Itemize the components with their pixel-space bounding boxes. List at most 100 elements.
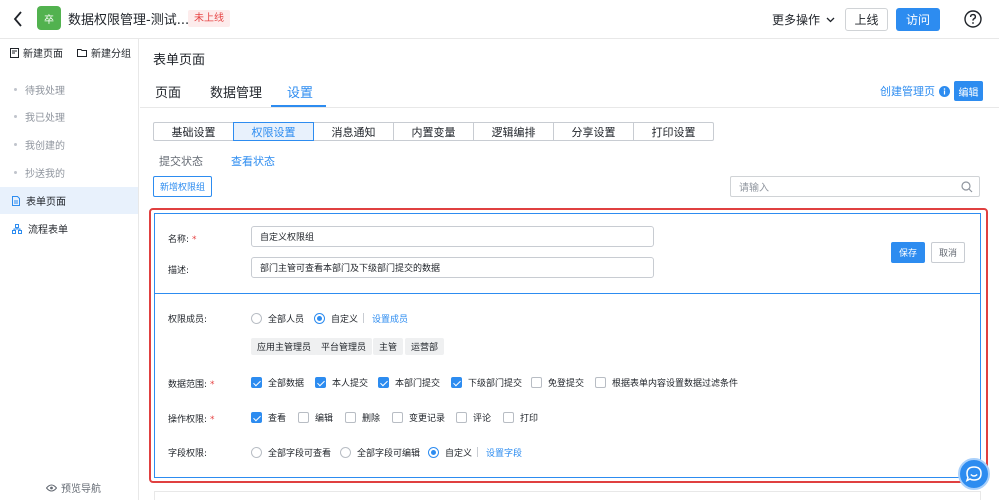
top-header: 卒 数据权限管理-测试... 未上线 更多操作 上线 访问 [0, 0, 999, 39]
name-field[interactable]: 自定义权限组 [251, 226, 654, 247]
option-label: 免登提交 [548, 379, 585, 389]
fields-view-all-radio[interactable]: 全部字段可查看 [251, 446, 331, 459]
tab-page[interactable]: 页面 [155, 82, 181, 101]
members-all-radio[interactable]: 全部人员 [251, 312, 304, 325]
new-group-label: 新建分组 [91, 49, 131, 60]
option-label: 全部人员 [268, 315, 305, 325]
member-tag: 平台管理员 [315, 338, 373, 355]
subtab-logic[interactable]: 逻辑编排 [473, 122, 554, 141]
set-fields-link[interactable]: 设置字段 [486, 446, 522, 459]
sidebar-item-form-page[interactable]: 表单页面 [0, 187, 138, 214]
option-label: 全部数据 [268, 379, 305, 389]
more-ops-label: 更多操作 [772, 13, 821, 27]
scope-subdept-checkbox[interactable]: 下级部门提交 [451, 376, 522, 389]
fields-custom-radio[interactable]: 自定义 [428, 446, 472, 459]
subtab-basic[interactable]: 基础设置 [153, 122, 234, 141]
sidebar-item-label: 待我处理 [25, 86, 65, 97]
back-icon[interactable] [8, 9, 28, 29]
sidebar-item-label: 我已处理 [25, 113, 65, 124]
help-icon[interactable] [964, 10, 982, 28]
bullet-icon [14, 115, 17, 118]
view-status-link[interactable]: 查看状态 [231, 153, 275, 169]
checkbox-icon [378, 377, 389, 388]
sidebar-item-pending[interactable]: 待我处理 [0, 76, 138, 103]
search-icon [961, 181, 973, 193]
main-content: 表单页面 页面 数据管理 设置 创建管理页 编辑 基础设置 权限设置 消息通知 … [140, 39, 999, 500]
radio-icon [314, 313, 325, 324]
ops-print-checkbox[interactable]: 打印 [503, 411, 538, 424]
scope-all-checkbox[interactable]: 全部数据 [251, 376, 304, 389]
subtab-share[interactable]: 分享设置 [553, 122, 634, 141]
ops-view-checkbox[interactable]: 查看 [251, 411, 286, 424]
scope-filter-checkbox[interactable]: 根据表单内容设置数据过滤条件 [595, 376, 738, 389]
checkbox-icon [531, 377, 542, 388]
desc-label: 描述: [168, 266, 190, 276]
fields-edit-all-radio[interactable]: 全部字段可编辑 [340, 446, 420, 459]
create-admin-page-link[interactable]: 创建管理页 [880, 83, 950, 99]
submit-status-link[interactable]: 提交状态 [159, 153, 203, 169]
sidebar-item-flow-form[interactable]: 流程表单 [0, 215, 138, 242]
members-label: 权限成员: [168, 315, 208, 325]
status-badge: 未上线 [188, 10, 230, 27]
scope-self-checkbox[interactable]: 本人提交 [315, 376, 368, 389]
search-input[interactable]: 请输入 [730, 176, 980, 197]
subtab-variables[interactable]: 内置变量 [393, 122, 474, 141]
scope-anon-checkbox[interactable]: 免登提交 [531, 376, 584, 389]
cancel-button[interactable]: 取消 [931, 242, 965, 263]
option-label: 自定义 [445, 449, 473, 459]
chevron-down-icon [826, 17, 835, 22]
ops-history-checkbox[interactable]: 变更记录 [392, 411, 445, 424]
more-ops-dropdown[interactable]: 更多操作 [772, 11, 835, 28]
tab-data-management[interactable]: 数据管理 [210, 82, 262, 101]
sidebar-item-label: 抄送我的 [25, 169, 65, 180]
bullet-icon [14, 171, 17, 174]
bullet-icon [14, 143, 17, 146]
sidebar-item-label: 流程表单 [28, 225, 68, 236]
radio-icon [340, 447, 351, 458]
subtab-print[interactable]: 打印设置 [633, 122, 714, 141]
desc-field[interactable]: 部门主管可查看本部门及下级部门提交的数据 [251, 257, 654, 278]
option-label: 评论 [473, 414, 492, 424]
option-label: 本人提交 [332, 379, 369, 389]
sidebar-item-label: 表单页面 [26, 197, 66, 208]
preview-nav-button[interactable]: 预览导航 [46, 480, 101, 495]
online-button[interactable]: 上线 [845, 8, 888, 31]
save-button[interactable]: 保存 [891, 242, 925, 263]
info-icon [939, 85, 950, 97]
member-tag: 运营部 [405, 338, 445, 355]
form-page-icon [12, 195, 20, 206]
scope-dept-checkbox[interactable]: 本部门提交 [378, 376, 440, 389]
ops-comment-checkbox[interactable]: 评论 [456, 411, 491, 424]
option-label: 查看 [268, 414, 287, 424]
set-members-link[interactable]: 设置成员 [372, 312, 408, 325]
eye-icon [46, 484, 57, 491]
settings-subtabs: 基础设置 权限设置 消息通知 内置变量 逻辑编排 分享设置 打印设置 [153, 122, 714, 141]
edit-button[interactable]: 编辑 [954, 81, 983, 101]
option-label: 下级部门提交 [468, 379, 523, 389]
checkbox-icon [392, 412, 403, 423]
tab-settings[interactable]: 设置 [287, 82, 313, 101]
sidebar-item-created[interactable]: 我创建的 [0, 131, 138, 158]
option-label: 全部字段可编辑 [357, 449, 421, 459]
ops-delete-checkbox[interactable]: 删除 [345, 411, 380, 424]
checkbox-icon [456, 412, 467, 423]
checkbox-icon [451, 377, 462, 388]
subtab-permissions[interactable]: 权限设置 [233, 122, 314, 141]
option-label: 自定义 [331, 315, 359, 325]
new-page-label: 新建页面 [23, 49, 63, 60]
members-custom-radio[interactable]: 自定义 [314, 312, 358, 325]
new-page-button[interactable]: 新建页面 [10, 45, 63, 60]
chat-support-button[interactable] [958, 458, 990, 490]
option-label: 根据表单内容设置数据过滤条件 [612, 379, 739, 389]
chat-icon [965, 466, 982, 482]
option-label: 变更记录 [409, 414, 446, 424]
subtab-notifications[interactable]: 消息通知 [313, 122, 394, 141]
main-tabs: 页面 数据管理 设置 [140, 79, 999, 108]
visit-button[interactable]: 访问 [896, 8, 940, 31]
new-group-button[interactable]: 新建分组 [77, 45, 131, 60]
sidebar-item-cc[interactable]: 抄送我的 [0, 159, 138, 186]
sidebar-item-processed[interactable]: 我已处理 [0, 103, 138, 130]
add-permission-group-button[interactable]: 新增权限组 [153, 176, 212, 197]
ops-edit-checkbox[interactable]: 编辑 [298, 411, 333, 424]
app-logo: 卒 [37, 6, 61, 30]
